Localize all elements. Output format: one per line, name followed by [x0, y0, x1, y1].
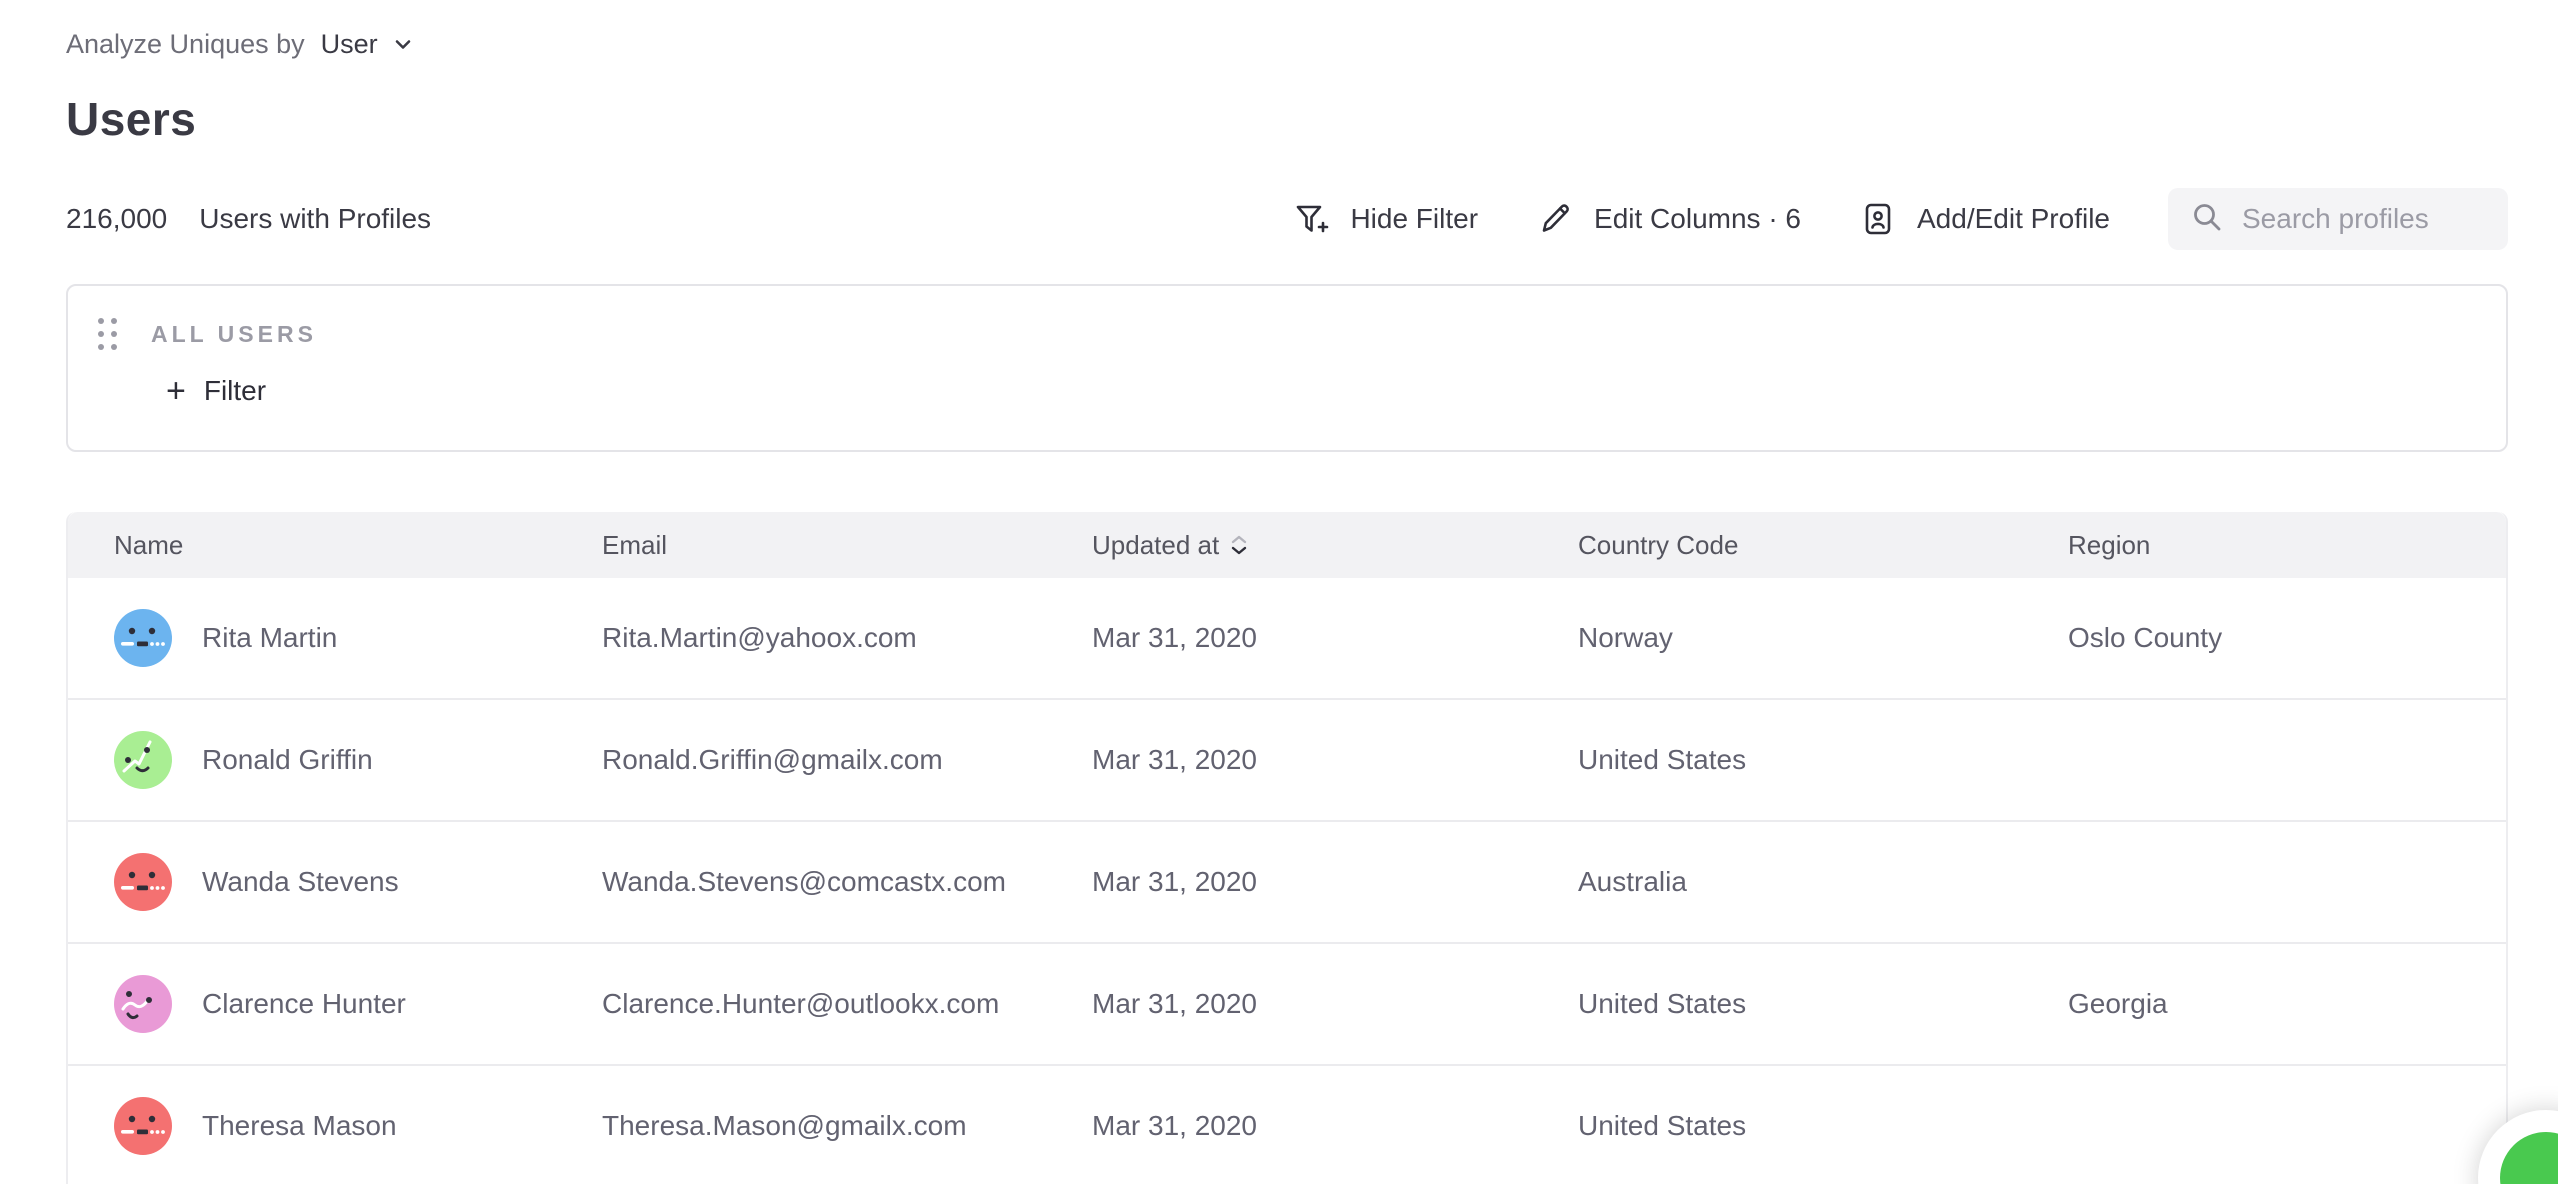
- avatar-face: [114, 975, 172, 1033]
- analyze-uniques-row: Analyze Uniques by User: [66, 26, 2508, 62]
- toolbar: Hide Filter Edit Columns · 6: [1292, 188, 2508, 250]
- search-profiles-box[interactable]: [2168, 188, 2508, 250]
- user-email: Wanda.Stevens@comcastx.com: [602, 866, 1092, 898]
- analyze-uniques-value: User: [321, 29, 378, 60]
- search-profiles-input[interactable]: [2242, 203, 2486, 235]
- avatar-face: [114, 609, 172, 667]
- column-header-email[interactable]: Email: [602, 530, 1092, 561]
- page-title: Users: [66, 92, 2508, 146]
- profile-count-label: Users with Profiles: [199, 203, 431, 235]
- sort-chevron-icon: [1231, 535, 1247, 555]
- stats-toolbar-row: 216,000 Users with Profiles Hide Filter: [66, 188, 2508, 250]
- table-row[interactable]: Rita Martin Rita.Martin@yahoox.com Mar 3…: [68, 578, 2506, 700]
- avatar: [114, 731, 172, 789]
- users-page: Analyze Uniques by User Users 216,000 Us…: [0, 0, 2558, 1184]
- avatar-face: [114, 731, 172, 789]
- plus-icon: +: [166, 374, 186, 408]
- table-body: Rita Martin Rita.Martin@yahoox.com Mar 3…: [68, 578, 2506, 1184]
- column-header-region[interactable]: Region: [2068, 530, 2506, 561]
- chevron-down-icon: [390, 31, 416, 57]
- hide-filter-button[interactable]: Hide Filter: [1292, 200, 1478, 238]
- user-updated-at: Mar 31, 2020: [1092, 744, 1578, 776]
- avatar: [114, 609, 172, 667]
- add-filter-label: Filter: [204, 375, 266, 407]
- add-edit-profile-label: Add/Edit Profile: [1917, 203, 2110, 235]
- column-header-updated-at[interactable]: Updated at: [1092, 530, 1578, 561]
- user-country: United States: [1578, 1110, 2068, 1142]
- avatar: [114, 853, 172, 911]
- user-name: Ronald Griffin: [202, 744, 373, 776]
- user-region: Oslo County: [2068, 622, 2506, 654]
- column-header-country-code[interactable]: Country Code: [1578, 530, 2068, 561]
- user-name: Theresa Mason: [202, 1110, 397, 1142]
- edit-columns-button[interactable]: Edit Columns · 6: [1536, 200, 1801, 238]
- funnel-plus-icon: [1292, 200, 1330, 238]
- filter-card: ALL USERS + Filter: [66, 284, 2508, 452]
- avatar: [114, 1097, 172, 1155]
- user-email: Theresa.Mason@gmailx.com: [602, 1110, 1092, 1142]
- user-updated-at: Mar 31, 2020: [1092, 622, 1578, 654]
- analyze-uniques-dropdown[interactable]: User: [321, 29, 416, 60]
- user-email: Clarence.Hunter@outlookx.com: [602, 988, 1092, 1020]
- user-country: United States: [1578, 744, 2068, 776]
- user-country: United States: [1578, 988, 2068, 1020]
- user-email: Ronald.Griffin@gmailx.com: [602, 744, 1092, 776]
- user-name: Wanda Stevens: [202, 866, 399, 898]
- table-row[interactable]: Ronald Griffin Ronald.Griffin@gmailx.com…: [68, 700, 2506, 822]
- search-icon: [2190, 200, 2224, 239]
- profiles-table: Name Email Updated at Country Code Regio…: [66, 512, 2508, 1184]
- user-updated-at: Mar 31, 2020: [1092, 988, 1578, 1020]
- user-name: Clarence Hunter: [202, 988, 406, 1020]
- user-updated-at: Mar 31, 2020: [1092, 1110, 1578, 1142]
- user-name: Rita Martin: [202, 622, 337, 654]
- user-email: Rita.Martin@yahoox.com: [602, 622, 1092, 654]
- analyze-uniques-label: Analyze Uniques by: [66, 29, 305, 60]
- drag-handle-icon[interactable]: [98, 318, 117, 350]
- help-fab-icon: [2500, 1132, 2558, 1184]
- profile-card-icon: [1859, 200, 1897, 238]
- hide-filter-label: Hide Filter: [1350, 203, 1478, 235]
- user-updated-at: Mar 31, 2020: [1092, 866, 1578, 898]
- cohort-group-label[interactable]: ALL USERS: [151, 321, 317, 348]
- profile-count: 216,000 Users with Profiles: [66, 203, 431, 235]
- table-row[interactable]: Wanda Stevens Wanda.Stevens@comcastx.com…: [68, 822, 2506, 944]
- pencil-icon: [1536, 200, 1574, 238]
- avatar: [114, 975, 172, 1033]
- table-row[interactable]: Theresa Mason Theresa.Mason@gmailx.com M…: [68, 1066, 2506, 1184]
- edit-columns-label: Edit Columns · 6: [1594, 203, 1801, 235]
- user-country: Norway: [1578, 622, 2068, 654]
- column-header-name[interactable]: Name: [114, 530, 602, 561]
- avatar-face: [114, 1097, 172, 1155]
- avatar-face: [114, 853, 172, 911]
- user-country: Australia: [1578, 866, 2068, 898]
- user-region: Georgia: [2068, 988, 2506, 1020]
- profile-count-value: 216,000: [66, 203, 167, 235]
- table-header-row: Name Email Updated at Country Code Regio…: [68, 512, 2506, 578]
- table-row[interactable]: Clarence Hunter Clarence.Hunter@outlookx…: [68, 944, 2506, 1066]
- add-edit-profile-button[interactable]: Add/Edit Profile: [1859, 200, 2110, 238]
- add-filter-button[interactable]: + Filter: [166, 374, 266, 408]
